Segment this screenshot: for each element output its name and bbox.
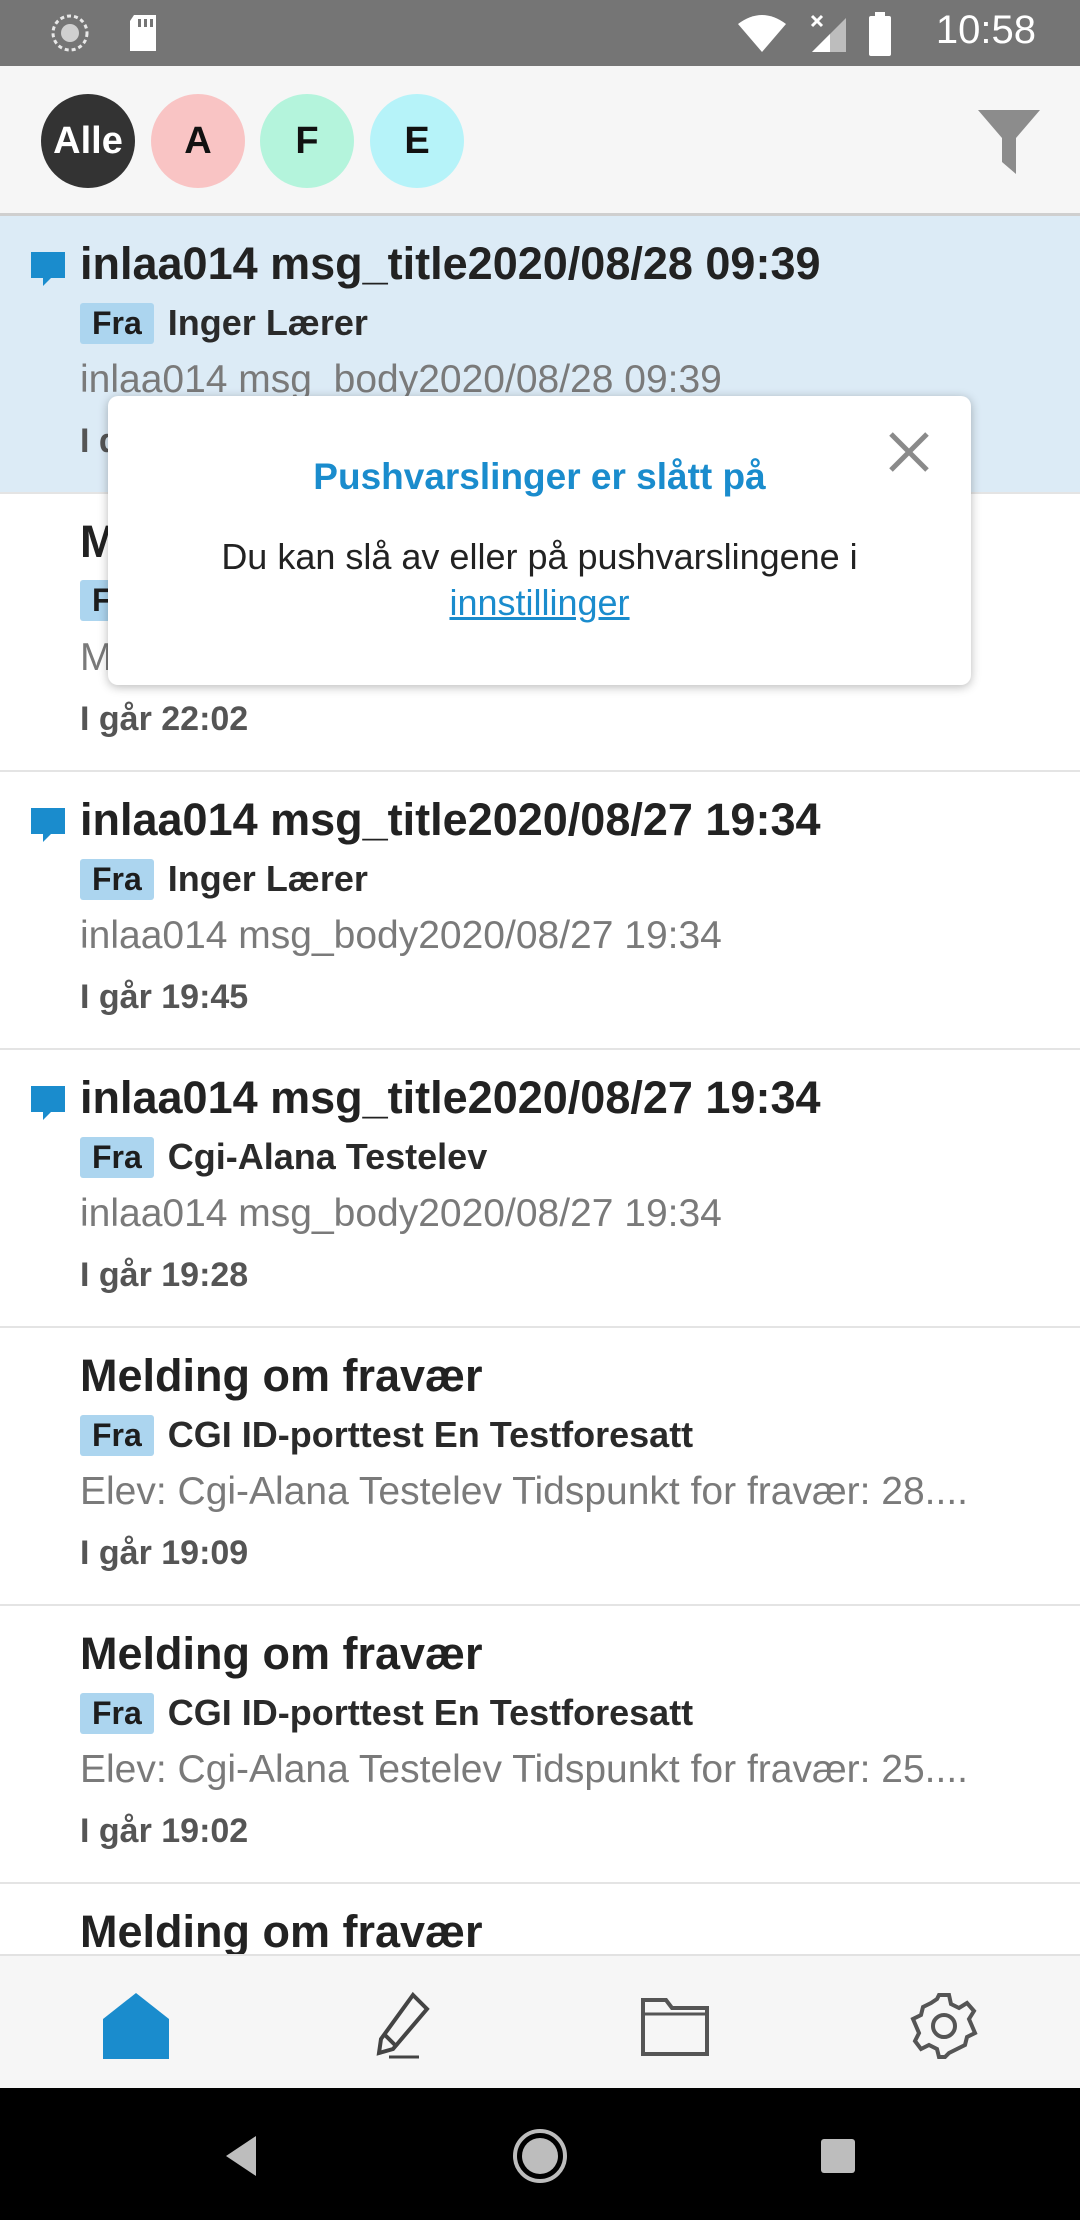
clock: 10:58 [935,8,1036,52]
dialog-text: Du kan slå av eller på pushvarslingene i [221,536,858,577]
filter-bar: Alle A F E [0,66,1080,216]
list-item[interactable]: Melding om fravær Fra CGI ID-porttest En… [0,1328,1080,1606]
settings-link[interactable]: innstillinger [449,582,629,623]
message-title: Melding om fravær [80,1906,483,1954]
message-sender: Inger Lærer [167,302,368,343]
bottom-navigation [0,1954,1080,2088]
from-badge: Fra [80,1136,154,1178]
battery-icon [868,12,892,61]
message-time: I går 22:02 [80,700,249,738]
filter-chip-all[interactable]: Alle [41,94,135,188]
message-time: I går 19:02 [80,1812,249,1850]
unread-message-icon [29,1084,67,1127]
home-button-icon[interactable] [512,2128,568,2184]
unread-message-icon [29,250,67,293]
dialog-title: Pushvarslinger er slått på [313,456,766,497]
wifi-icon [736,14,788,59]
sd-card-icon [126,13,160,58]
message-title: inlaa014 msg_title2020/08/27 19:34 [80,1072,821,1123]
message-title: Melding om fravær [80,1628,483,1679]
message-preview: inlaa014 msg_body2020/08/27 19:34 [80,1192,722,1235]
pencil-icon[interactable] [364,1986,444,2066]
message-preview: Elev: Cgi-Alana Testelev Tidspunkt for f… [80,1748,969,1791]
message-time: I går 19:09 [80,1534,249,1572]
message-title: Melding om fravær [80,1350,483,1401]
back-icon[interactable] [214,2128,270,2184]
message-time: I går 19:45 [80,978,249,1016]
status-bar: 10:58 [0,0,1080,66]
message-title: inlaa014 msg_title2020/08/28 09:39 [80,238,821,289]
message-time: I går 19:28 [80,1256,249,1294]
system-navigation-bar [0,2088,1080,2220]
message-preview: inlaa014 msg_body2020/08/27 19:34 [80,914,722,957]
list-item[interactable]: Melding om fravær [0,1884,1080,1954]
from-badge: Fra [80,1414,154,1456]
list-item[interactable]: inlaa014 msg_title2020/08/27 19:34 Fra I… [0,772,1080,1050]
home-icon[interactable] [96,1986,176,2066]
from-badge: Fra [80,858,154,900]
unread-message-icon [29,806,67,849]
message-sender: Inger Lærer [167,858,368,899]
message-sender: CGI ID-porttest En Testforesatt [167,1692,694,1733]
message-sender: CGI ID-porttest En Testforesatt [167,1414,694,1455]
push-notification-dialog: Pushvarslinger er slått på Du kan slå av… [108,396,971,685]
message-title: inlaa014 msg_title2020/08/27 19:34 [80,794,821,845]
list-item[interactable]: Melding om fravær Fra CGI ID-porttest En… [0,1606,1080,1884]
message-preview: Elev: Cgi-Alana Testelev Tidspunkt for f… [80,1470,969,1513]
filter-chip-a[interactable]: A [151,94,245,188]
from-badge: Fra [80,1692,154,1734]
filter-icon[interactable] [976,106,1042,181]
list-item[interactable]: inlaa014 msg_title2020/08/27 19:34 Fra C… [0,1050,1080,1328]
folder-icon[interactable] [635,1986,715,2066]
filter-chip-e[interactable]: E [370,94,464,188]
filter-chip-f[interactable]: F [260,94,354,188]
gear-icon[interactable] [904,1986,984,2066]
sync-icon [50,13,90,58]
cell-signal-icon [808,14,848,59]
from-badge: Fra [80,302,154,344]
recents-icon[interactable] [810,2128,866,2184]
message-sender: Cgi-Alana Testelev [167,1136,488,1177]
